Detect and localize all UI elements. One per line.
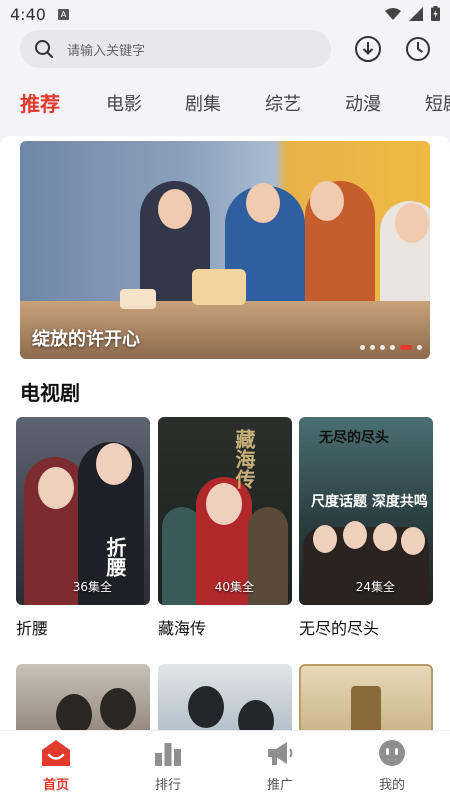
pagination-dot[interactable] bbox=[370, 345, 375, 350]
pagination-dot[interactable] bbox=[417, 345, 422, 350]
pagination-dot[interactable] bbox=[360, 345, 365, 350]
bar-chart-icon bbox=[155, 743, 181, 766]
drama-title: 藏海传 bbox=[158, 619, 207, 638]
pagination-dot[interactable] bbox=[390, 345, 395, 350]
category-tabs: 推荐 电影 剧集 综艺 动漫 短剧 bbox=[0, 82, 450, 128]
bottom-navigation: 首页 排行 推广 我的 bbox=[0, 730, 450, 797]
status-bar: 4:40 A bbox=[0, 0, 450, 30]
banner-pagination bbox=[360, 345, 422, 350]
drama-poster bbox=[299, 664, 433, 730]
banner-cake bbox=[192, 269, 246, 305]
content-panel: 绽放的许开心 电视剧 折腰 36集全 折腰 藏海传 40集全 藏海传 无尽的尽头… bbox=[0, 136, 450, 730]
drama-title: 折腰 bbox=[16, 619, 49, 638]
nav-ranking-label: 排行 bbox=[154, 778, 181, 793]
nav-profile[interactable]: 我的 bbox=[357, 739, 427, 793]
drama-card[interactable] bbox=[16, 664, 150, 730]
drama-poster: 折腰 36集全 bbox=[16, 417, 150, 605]
poster-title: 折腰 bbox=[103, 537, 127, 577]
poster-figure bbox=[56, 694, 92, 730]
main-content: 绽放的许开心 电视剧 折腰 36集全 折腰 藏海传 40集全 藏海传 无尽的尽头… bbox=[0, 128, 450, 730]
drama-poster bbox=[16, 664, 150, 730]
nav-home-label: 首页 bbox=[42, 778, 69, 793]
poster-figure bbox=[238, 700, 274, 730]
poster-figure bbox=[313, 525, 337, 553]
episode-badge: 24集全 bbox=[355, 580, 395, 594]
drama-poster: 无尽的尽头 尺度话题 深度共鸣 24集全 bbox=[299, 417, 433, 605]
nav-ranking[interactable]: 排行 bbox=[133, 739, 203, 793]
drama-card[interactable]: 藏海传 40集全 藏海传 bbox=[158, 417, 292, 639]
megaphone-icon bbox=[268, 742, 293, 765]
drama-card[interactable]: 折腰 36集全 折腰 bbox=[16, 417, 150, 639]
poster-figure bbox=[401, 527, 425, 555]
nav-promote-label: 推广 bbox=[266, 778, 293, 793]
tab-movies[interactable]: 电影 bbox=[106, 90, 142, 116]
nav-profile-label: 我的 bbox=[378, 778, 405, 793]
tab-recommend[interactable]: 推荐 bbox=[20, 88, 60, 117]
poster-figure bbox=[351, 686, 381, 730]
episode-badge: 40集全 bbox=[214, 580, 254, 594]
poster-title: 无尽的尽头 bbox=[319, 430, 389, 446]
wifi-icon bbox=[385, 7, 401, 20]
poster-figure bbox=[206, 483, 242, 525]
section-title: 电视剧 bbox=[20, 381, 80, 405]
banner-figure bbox=[310, 181, 344, 221]
notification-a-icon: A bbox=[58, 9, 69, 20]
tab-series[interactable]: 剧集 bbox=[185, 90, 221, 116]
download-icon[interactable] bbox=[354, 35, 382, 63]
home-icon bbox=[42, 740, 70, 766]
banner-caption: 绽放的许开心 bbox=[32, 329, 140, 350]
search-icon bbox=[35, 40, 53, 58]
drama-poster bbox=[158, 664, 292, 730]
drama-poster: 藏海传 40集全 bbox=[158, 417, 292, 605]
history-clock-icon[interactable] bbox=[405, 36, 431, 62]
poster-figure bbox=[248, 507, 288, 605]
top-bar: 请输入关键字 bbox=[0, 30, 450, 82]
poster-figure bbox=[96, 443, 132, 485]
banner-figure bbox=[395, 203, 429, 243]
poster-figure bbox=[373, 523, 397, 551]
tab-anime[interactable]: 动漫 bbox=[345, 90, 381, 116]
drama-card[interactable]: 无尽的尽头 尺度话题 深度共鸣 24集全 无尽的尽头 bbox=[299, 417, 433, 639]
nav-promote[interactable]: 推广 bbox=[245, 739, 315, 793]
search-bar[interactable]: 请输入关键字 bbox=[20, 30, 331, 68]
status-time: 4:40 bbox=[10, 5, 46, 24]
banner-figure bbox=[158, 189, 192, 229]
drama-card[interactable] bbox=[299, 664, 433, 730]
nav-home[interactable]: 首页 bbox=[21, 739, 91, 793]
poster-figure bbox=[38, 467, 74, 509]
drama-card[interactable] bbox=[158, 664, 292, 730]
banner-figure bbox=[246, 183, 280, 223]
episode-badge: 36集全 bbox=[72, 580, 112, 594]
profile-face-icon bbox=[379, 740, 405, 766]
poster-tagline: 尺度话题 深度共鸣 bbox=[311, 494, 428, 510]
banner-cupcakes bbox=[120, 289, 156, 309]
tab-short-drama[interactable]: 短剧 bbox=[425, 90, 450, 116]
poster-figure bbox=[100, 688, 136, 730]
poster-figure bbox=[343, 521, 367, 549]
tab-variety[interactable]: 综艺 bbox=[265, 90, 301, 116]
battery-icon bbox=[431, 6, 440, 21]
poster-title: 藏海传 bbox=[232, 429, 256, 489]
search-input[interactable]: 请输入关键字 bbox=[67, 40, 145, 59]
pagination-dot-active[interactable] bbox=[400, 345, 412, 350]
pagination-dot[interactable] bbox=[380, 345, 385, 350]
poster-figure bbox=[188, 686, 224, 728]
signal-icon bbox=[409, 6, 423, 21]
featured-banner[interactable]: 绽放的许开心 bbox=[20, 141, 430, 359]
drama-title: 无尽的尽头 bbox=[299, 619, 380, 638]
